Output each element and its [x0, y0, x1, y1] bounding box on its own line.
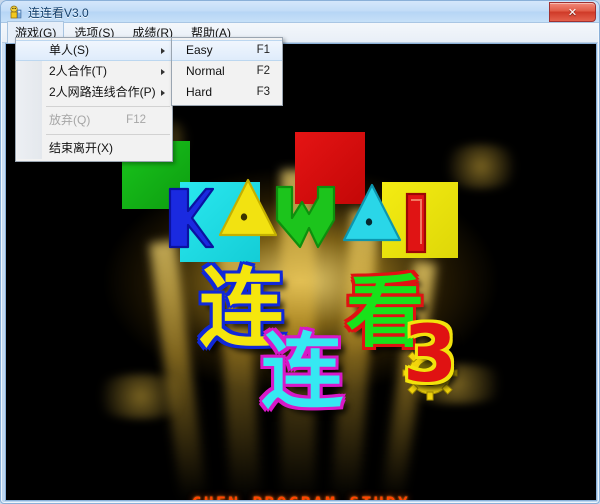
menu-item-shortcut: F3: [256, 86, 270, 98]
chevron-right-icon: [161, 47, 165, 54]
logo-letter-i: [405, 192, 427, 254]
menu-item-label: 2人网路连线合作(P): [49, 85, 156, 99]
game-app-icon: [10, 5, 22, 19]
logo-char-lian-2: 连: [261, 325, 344, 420]
studio-credit: CHEN PROGRAM STUDY: [6, 493, 596, 500]
menu-item-shortcut: F1: [256, 44, 270, 56]
menu-separator: [46, 134, 170, 135]
menu-item-label: 放弃(Q): [49, 113, 91, 127]
menu-item-give-up: 放弃(Q) F12: [16, 110, 172, 131]
chevron-right-icon: [161, 89, 165, 96]
menu-item-label: Normal: [186, 64, 225, 78]
logo-letter-a1: [218, 178, 278, 237]
close-button[interactable]: ✕: [549, 2, 596, 22]
difficulty-submenu: Easy F1 Normal F2 Hard F3: [171, 37, 283, 106]
menu-item-hard[interactable]: Hard F3: [172, 82, 282, 103]
menu-separator: [46, 106, 170, 107]
menu-item-shortcut: F12: [126, 114, 146, 126]
menu-item-exit[interactable]: 结束离开(X): [16, 138, 172, 159]
app-window: 连连看V3.0 ✕ 游戏(G) 选项(S) 成绩(R) 帮助(A) 连 连 看 …: [0, 0, 600, 504]
menu-item-easy[interactable]: Easy F1: [172, 40, 282, 61]
menu-item-normal[interactable]: Normal F2: [172, 61, 282, 82]
menu-item-label: 单人(S): [49, 43, 89, 57]
chevron-right-icon: [161, 68, 165, 75]
close-icon: ✕: [567, 6, 578, 19]
logo-version-number: 3: [403, 310, 458, 400]
menu-item-label: 结束离开(X): [49, 141, 113, 155]
menu-item-single-player[interactable]: 单人(S): [16, 40, 172, 61]
logo-letter-k: [168, 187, 214, 249]
menu-item-label: Easy: [186, 43, 213, 57]
logo-letter-a2: [342, 183, 402, 242]
menu-item-network-coop[interactable]: 2人网路连线合作(P): [16, 82, 172, 103]
logo-letter-w: [275, 185, 336, 249]
menu-item-label: 2人合作(T): [49, 64, 107, 78]
game-dropdown-menu: 单人(S) 2人合作(T) 2人网路连线合作(P) 放弃(Q) F12 结束离开…: [15, 37, 173, 162]
menu-item-label: Hard: [186, 85, 213, 99]
menu-item-two-player-coop[interactable]: 2人合作(T): [16, 61, 172, 82]
menu-item-shortcut: F2: [256, 65, 270, 77]
window-title: 连连看V3.0: [28, 6, 89, 20]
